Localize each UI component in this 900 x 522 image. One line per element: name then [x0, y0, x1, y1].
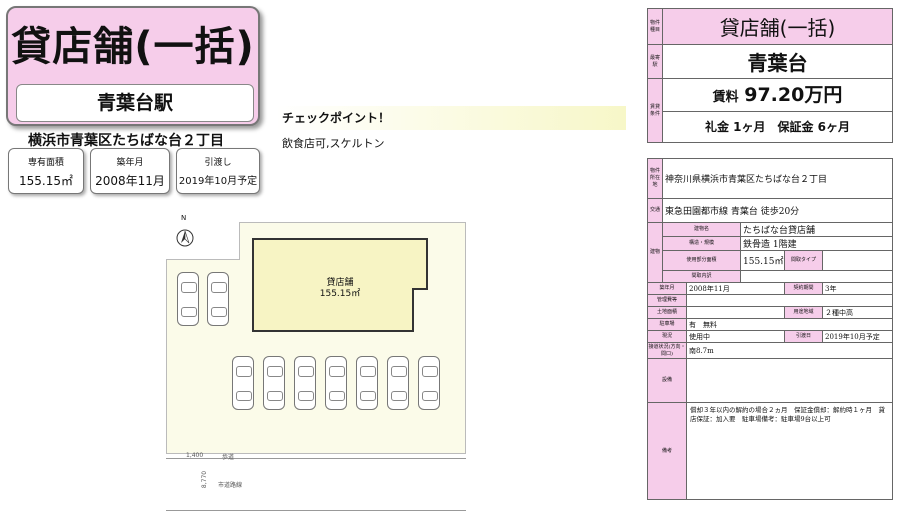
land-value — [686, 306, 785, 319]
name-value: たちばな台貸店舗 — [740, 222, 893, 237]
summary-type-label: 物件種目 — [647, 8, 663, 45]
land-label: 土地面積 — [647, 306, 687, 319]
facilities-label: 設備 — [647, 358, 687, 403]
parking-car-icon — [325, 356, 347, 410]
zoning-value: ２種中高 — [822, 306, 893, 319]
built-label: 築年月 — [647, 282, 687, 295]
parking-car-icon — [177, 272, 199, 326]
layout-label: 間取内訳 — [662, 270, 741, 283]
layout-value — [740, 270, 893, 283]
contract-label: 契約期間 — [784, 282, 823, 295]
area-label: 使用部分面積 — [662, 250, 741, 271]
notes-label: 備考 — [647, 402, 687, 500]
parking-car-icon — [418, 356, 440, 410]
handover-label: 引渡日 — [784, 330, 823, 343]
north-label: N — [181, 214, 187, 222]
notes-value: 償却３年以内の解約の場合２ヵ月 保証金償却：解約時１ヶ月 貸店保証：加入要 駐車… — [686, 402, 893, 500]
layout-type-value — [822, 250, 893, 271]
info-box-label: 築年月 — [116, 158, 144, 168]
details-table: 物件所在地 神奈川県横浜市青葉区たちばな台２丁目 交通 東急田園都市線 青葉台 … — [647, 158, 893, 500]
summary-type: 貸店舗(一括) — [662, 8, 893, 45]
road-label: 市道路線 — [218, 482, 243, 489]
checkpoint-title: チェックポイント！ — [276, 106, 626, 130]
status-label: 現況 — [647, 330, 687, 343]
info-box-value: 155.15㎡ — [19, 174, 73, 188]
property-type-title: 貸店舗(一括) — [11, 24, 255, 70]
handover-value: 2019年10月予定 — [822, 330, 893, 343]
road-access-label: 接道状況(方向・間口) — [647, 342, 687, 359]
building-group-label: 建物 — [647, 222, 663, 283]
road-access-value: 南8.7m — [686, 342, 893, 359]
name-label: 建物名 — [662, 222, 741, 237]
summary-station: 青葉台 — [662, 44, 893, 79]
parking-car-icon — [294, 356, 316, 410]
parking-car-icon — [263, 356, 285, 410]
structure-value: 鉄骨造 1階建 — [740, 236, 893, 251]
area-value: 155.15㎡ — [740, 250, 785, 271]
mgmt-label: 管理費等 — [647, 294, 687, 307]
summary-terms-label: 賃貸条件 — [647, 78, 663, 143]
location-label: 物件所在地 — [647, 158, 663, 199]
parking-car-icon — [387, 356, 409, 410]
built-value: 2008年11月 — [686, 282, 785, 295]
sidewalk-label: 歩道 — [222, 454, 235, 461]
transport-value: 東急田園都市線 青葉台 徒歩20分 — [662, 198, 893, 223]
station-label: 青葉台駅 — [16, 84, 254, 122]
location-value: 神奈川県横浜市青葉区たちばな台２丁目 — [662, 158, 893, 199]
info-box-label: 専有面積 — [27, 158, 64, 168]
transport-label: 交通 — [647, 198, 663, 223]
mgmt-value — [686, 294, 893, 307]
status-value: 使用中 — [686, 330, 785, 343]
parking-value: 有 無料 — [686, 318, 893, 331]
contract-value: 3年 — [822, 282, 893, 295]
info-box-area: 専有面積 155.15㎡ — [8, 148, 84, 194]
rent-value: 97.20万円 — [744, 84, 843, 106]
info-box-built: 築年月 2008年11月 — [90, 148, 170, 194]
summary-table: 物件種目 貸店舗(一括) 最寄駅 青葉台 賃貸条件 賃料 97.20万円 礼金 … — [647, 8, 893, 143]
road-line — [166, 510, 466, 511]
building-area: 155.15㎡ — [319, 289, 361, 299]
facilities-value — [686, 358, 893, 403]
structure-label: 構造・規模 — [662, 236, 741, 251]
info-box-value: 2008年11月 — [95, 174, 165, 188]
address-text: 横浜市青葉区たちばな台２丁目 — [28, 133, 224, 149]
layout-type-label: 間取タイプ — [784, 250, 823, 271]
rent-row: 賃料 97.20万円 — [663, 79, 892, 112]
checkpoint-body: 飲食店可,スケルトン — [282, 137, 385, 150]
parking-label: 駐車場 — [647, 318, 687, 331]
info-box-label: 引渡し — [204, 158, 232, 168]
road-width: 8,770 — [201, 470, 209, 489]
sidewalk-line — [166, 458, 466, 459]
zoning-label: 用途地域 — [784, 306, 823, 319]
parking-car-icon — [207, 272, 229, 326]
sidewalk-width: 1,400 — [186, 452, 204, 459]
summary-station-label: 最寄駅 — [647, 44, 663, 79]
info-box-handover: 引渡し 2019年10月予定 — [176, 148, 260, 194]
parking-car-icon — [232, 356, 254, 410]
parking-car-icon — [356, 356, 378, 410]
north-arrow-icon — [172, 222, 198, 248]
rent-prefix: 賃料 — [712, 90, 739, 105]
info-box-value: 2019年10月予定 — [178, 176, 258, 187]
title-card: 貸店舗(一括) 青葉台駅 — [6, 6, 260, 126]
deposit-value: 礼金 1ヶ月 保証金 6ヶ月 — [704, 120, 851, 134]
